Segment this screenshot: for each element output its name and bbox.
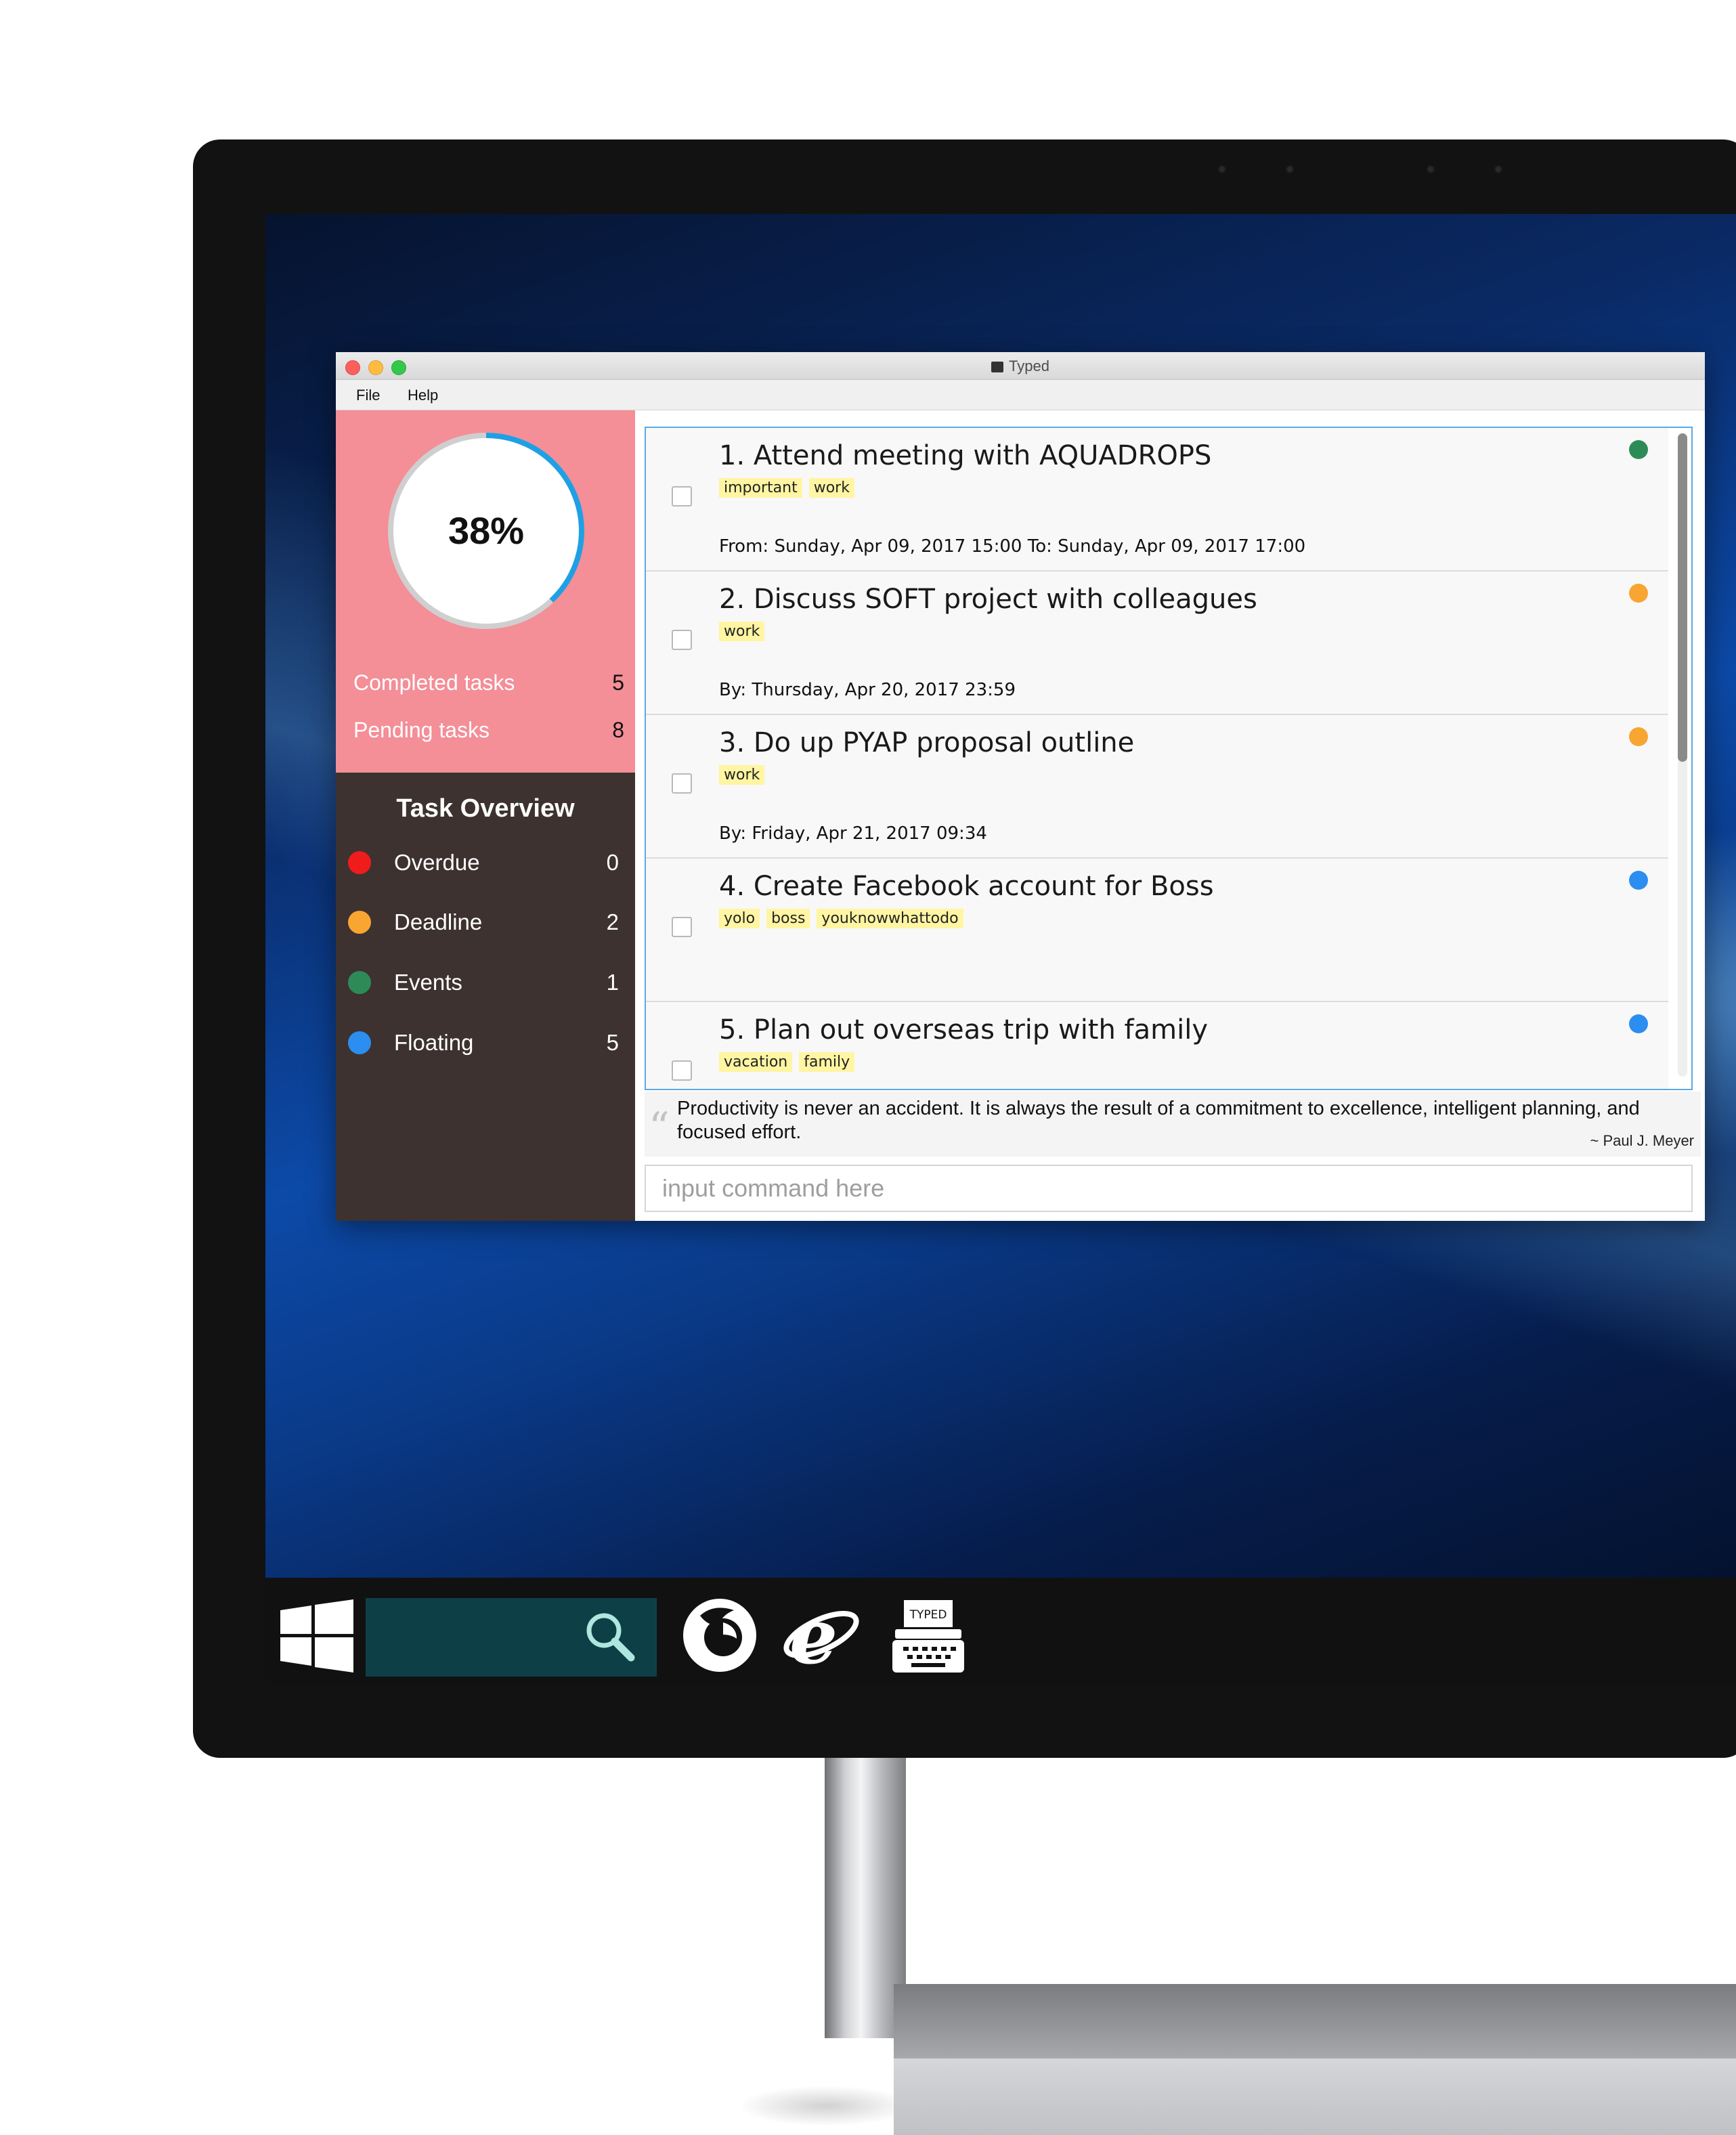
events-dot-icon [348,971,371,994]
task-card[interactable]: 5. Plan out overseas trip with family va… [646,1002,1668,1089]
task-tag: vacation [719,1052,793,1072]
task-type-dot-icon [1629,1014,1648,1033]
task-type-dot-icon [1629,584,1648,603]
task-card[interactable]: 3. Do up PYAP proposal outline work By: … [646,715,1668,859]
quote-panel: “ Productivity is never an accident. It … [645,1092,1701,1157]
completed-tasks-label: Completed tasks [353,670,515,695]
pending-tasks-label: Pending tasks [353,718,490,742]
task-title: 1. Attend meeting with AQUADROPS [719,440,1212,471]
overview-row-floating[interactable]: Floating 5 [348,1027,619,1060]
task-tag: family [799,1052,855,1072]
quote-mark-icon: “ [649,1104,670,1151]
pending-tasks-count: 8 [612,718,624,742]
search-icon[interactable] [582,1609,636,1663]
task-checkbox[interactable] [672,1060,692,1081]
stand-shadow [738,2086,914,2126]
task-checkbox[interactable] [672,773,692,794]
task-list-scrollbar[interactable] [1678,433,1687,1077]
taskbar: e TYPED [265,1578,1736,1686]
task-tags: vacation family [719,1052,861,1073]
task-overview-panel: Task Overview Overdue 0 Deadline 2 Event… [336,773,635,1221]
taskbar-search-box[interactable] [366,1598,657,1677]
title-bar: Typed [336,352,1705,380]
task-date: By: Friday, Apr 21, 2017 09:34 [719,823,987,844]
task-date: By: Thursday, Apr 20, 2017 23:59 [719,680,1016,700]
completed-tasks-row: Completed tasks 5 [353,670,624,697]
task-card[interactable]: 2. Discuss SOFT project with colleagues … [646,572,1668,715]
task-title: 2. Discuss SOFT project with colleagues [719,584,1257,615]
pending-tasks-row: Pending tasks 8 [353,718,624,745]
task-tags: work [719,765,771,785]
scrollbar-thumb[interactable] [1678,433,1687,762]
floating-dot-icon [348,1031,371,1054]
task-type-dot-icon [1629,871,1648,890]
app-icon [991,362,1004,372]
progress-percent: 38% [448,509,525,552]
task-card[interactable]: 4. Create Facebook account for Boss yolo… [646,859,1668,1002]
overview-count: 1 [606,970,619,995]
command-input[interactable] [645,1165,1693,1212]
overview-label: Events [394,970,462,995]
task-tag: work [719,622,765,641]
task-checkbox[interactable] [672,917,692,937]
window-title: Typed [336,358,1705,375]
typed-app-window: Typed File Help 38% Completed tasks 5 Pe… [336,352,1705,1221]
task-title: 3. Do up PYAP proposal outline [719,727,1135,758]
overview-row-deadline[interactable]: Deadline 2 [348,907,619,939]
completed-tasks-count: 5 [612,670,624,695]
overview-label: Floating [394,1030,474,1055]
deadline-dot-icon [348,911,371,934]
quote-text: Productivity is never an accident. It is… [677,1098,1640,1143]
task-tags: work [719,622,771,642]
camera-lens [1286,165,1294,173]
menu-bar: File Help [336,380,1705,410]
camera-lens [1427,165,1435,173]
overview-count: 5 [606,1030,619,1055]
task-tags: important work [719,478,861,498]
task-tags: yolo boss youknowwhattodo [719,909,970,929]
overview-count: 0 [606,850,619,875]
overdue-dot-icon [348,851,371,874]
task-title: 5. Plan out overseas trip with family [719,1014,1209,1045]
menu-file[interactable]: File [356,387,380,404]
internet-explorer-icon[interactable]: e [781,1595,861,1675]
task-overview-title: Task Overview [396,794,575,823]
monitor-stand-base-top [894,1984,1736,2058]
overview-label: Deadline [394,909,483,934]
task-list[interactable]: 1. Attend meeting with AQUADROPS importa… [645,427,1693,1090]
sensor-dot [1494,165,1502,173]
task-date: From: Sunday, Apr 09, 2017 15:00 To: Sun… [719,536,1306,557]
overview-row-events[interactable]: Events 1 [348,967,619,999]
quote-author: ~ Paul J. Meyer [1590,1132,1694,1149]
typewriter-icon: TYPED [892,1599,964,1673]
task-title: 4. Create Facebook account for Boss [719,871,1214,902]
task-tag: work [719,765,765,785]
sensor-dot [1218,165,1226,173]
task-tag: youknowwhattodo [817,909,963,928]
overview-row-overdue[interactable]: Overdue 0 [348,847,619,880]
task-card[interactable]: 1. Attend meeting with AQUADROPS importa… [646,428,1668,572]
typed-icon-label: TYPED [909,1608,947,1622]
task-tag: important [719,478,802,498]
typed-app-icon[interactable]: TYPED [888,1595,968,1675]
menu-help[interactable]: Help [408,387,438,404]
task-tag: yolo [719,909,760,928]
task-checkbox[interactable] [672,486,692,506]
windows-start-icon[interactable] [279,1598,355,1674]
task-type-dot-icon [1629,440,1648,459]
overview-label: Overdue [394,850,480,875]
firefox-icon[interactable] [680,1595,760,1675]
task-tag: boss [766,909,810,928]
task-type-dot-icon [1629,727,1648,746]
overview-count: 2 [606,909,619,934]
window-title-text: Typed [1009,358,1049,374]
task-checkbox[interactable] [672,630,692,650]
progress-panel: 38% Completed tasks 5 Pending tasks 8 [336,410,635,773]
task-tag: work [808,478,854,498]
